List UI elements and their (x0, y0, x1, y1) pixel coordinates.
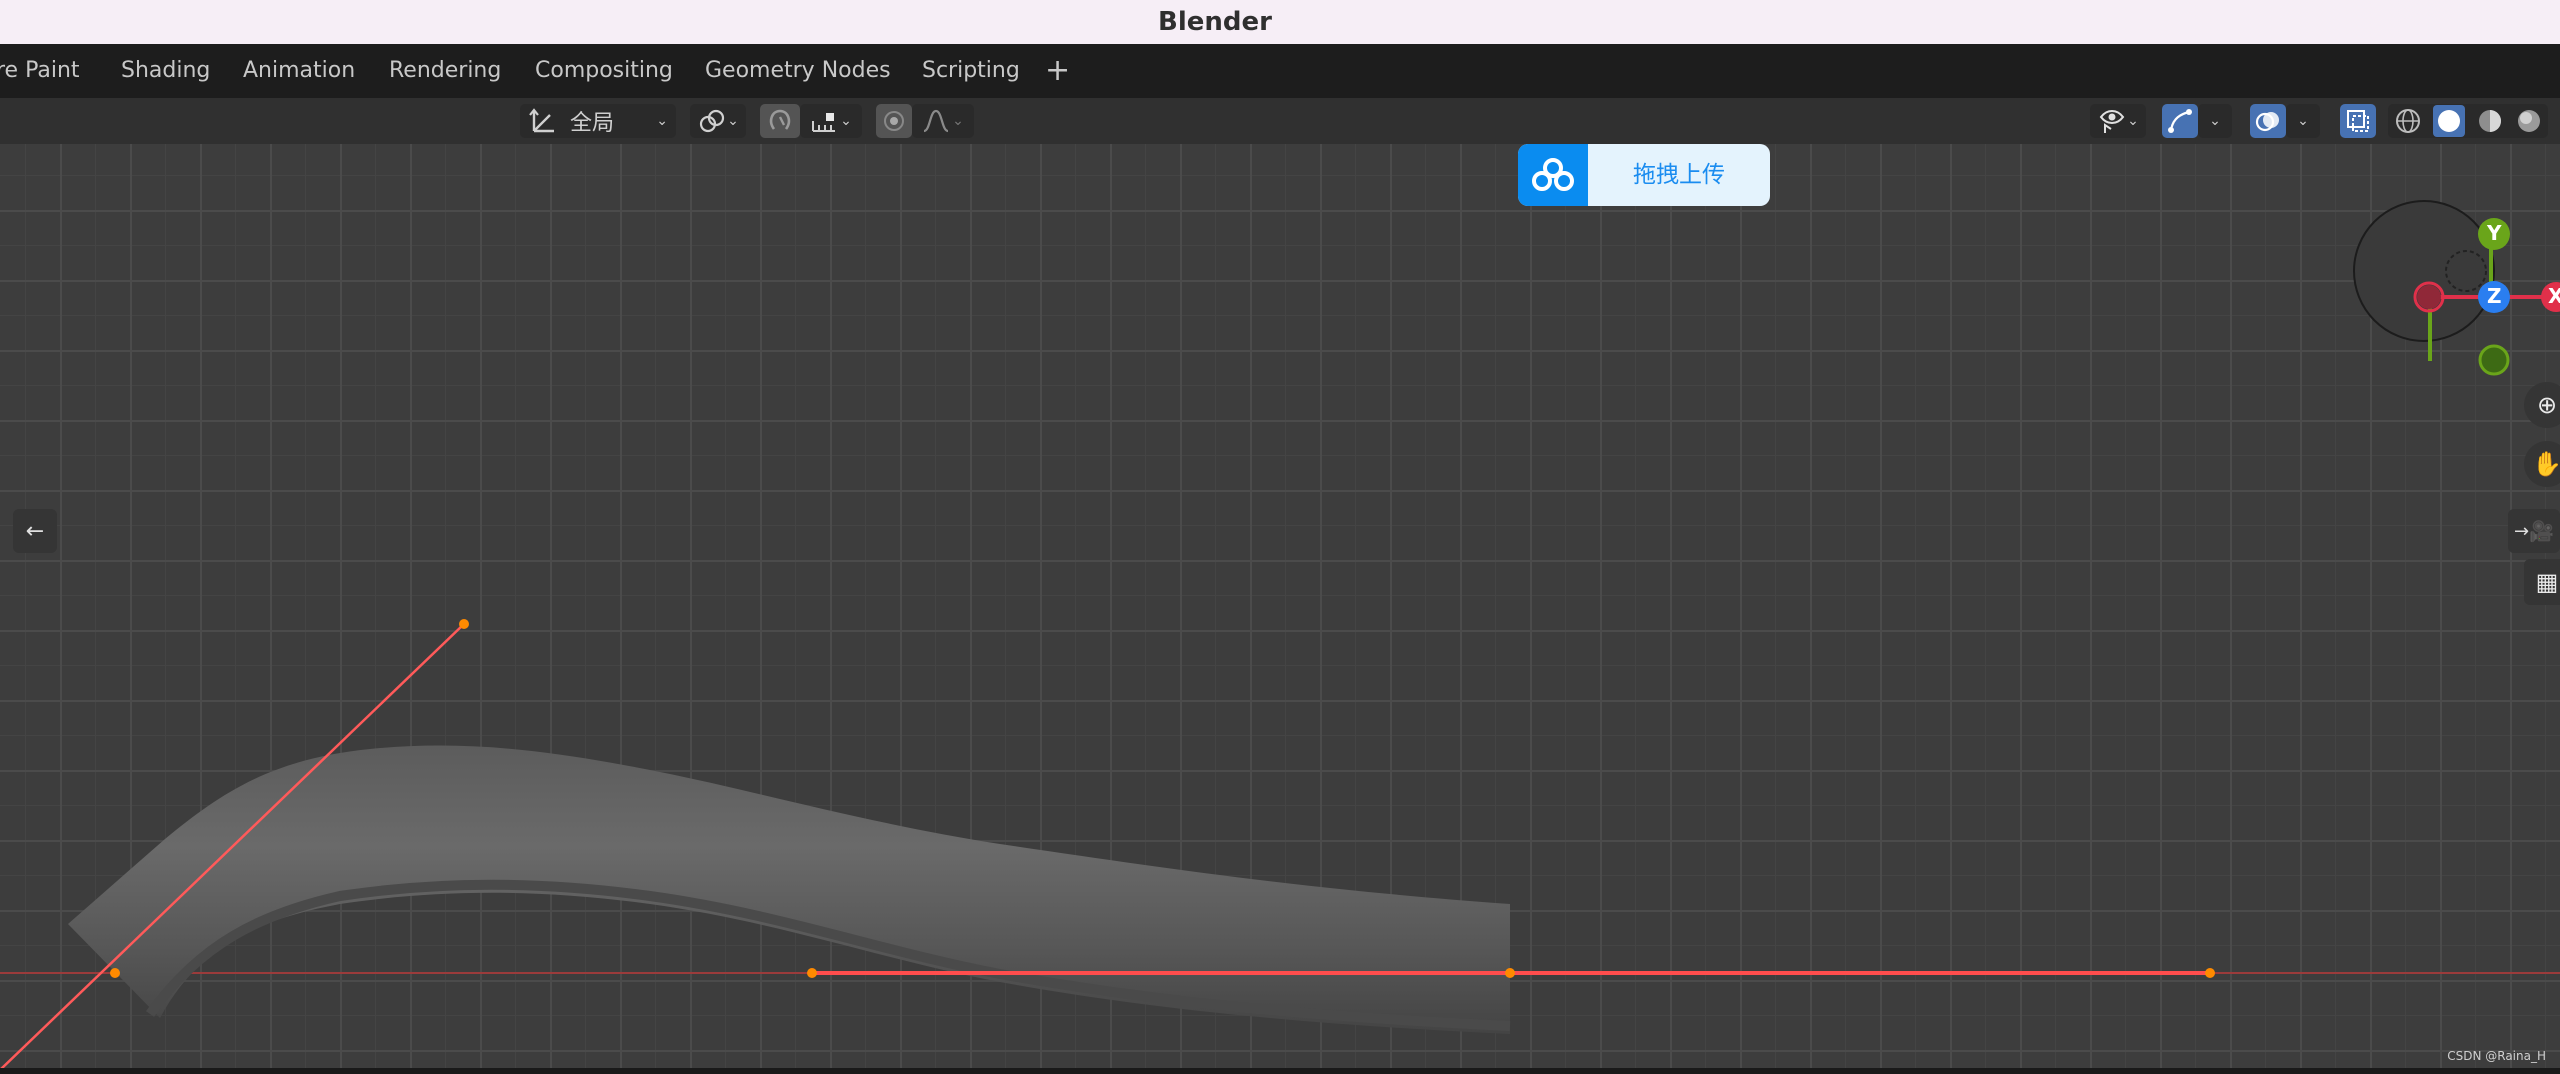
overlay-icon (2255, 108, 2281, 134)
transform-orientation-icon (528, 107, 558, 135)
gizmo-y-label: Y (2487, 221, 2502, 245)
pivot-icon (697, 107, 727, 135)
grid-icon: ▦ (2535, 568, 2559, 596)
navigation-gizmo (2353, 200, 2560, 376)
bottom-edge (0, 1068, 2560, 1074)
viewport-header: 全局 ⌄ ⌄ ⌄ ⌄ ⌄ ⌄ ⌄ (0, 98, 2560, 144)
control-vertex (1505, 968, 1515, 978)
handle-vertex (2205, 968, 2215, 978)
tab-animation[interactable]: Animation (243, 44, 355, 98)
snap-toggle[interactable] (760, 104, 800, 138)
snap-target-dropdown[interactable]: ⌄ (800, 104, 862, 138)
gizmo-toggle-icon (2167, 108, 2193, 134)
toggle-projection-button[interactable]: ▦ (2524, 559, 2560, 605)
overlay-dropdown[interactable]: ⌄ (2286, 104, 2320, 138)
camera-icon: 🎥 (2529, 519, 2554, 543)
chevron-down-icon: ⌄ (656, 113, 668, 129)
visibility-dropdown[interactable]: ⌄ (2090, 104, 2146, 138)
visibility-icon (2097, 107, 2127, 135)
shading-mode-group (2388, 104, 2548, 138)
baidu-cloud-icon (1518, 144, 1588, 206)
wireframe-shading-icon[interactable] (2394, 107, 2422, 135)
xray-toggle[interactable] (2340, 104, 2376, 138)
material-shading-icon[interactable] (2476, 107, 2504, 135)
pivot-point-dropdown[interactable]: ⌄ (690, 104, 746, 138)
solid-shading-icon[interactable] (2432, 105, 2465, 137)
chevron-down-icon: ⌄ (840, 113, 852, 129)
control-vertex (110, 968, 120, 978)
gizmo-z-label: Z (2487, 284, 2502, 308)
falloff-icon (922, 107, 952, 135)
transform-orientation-dropdown[interactable]: 全局 ⌄ (520, 104, 676, 138)
proportional-edit-toggle[interactable] (876, 104, 912, 138)
gizmo-x-label: X (2548, 284, 2560, 308)
add-workspace-button[interactable]: + (1045, 44, 1070, 98)
upload-label: 拖拽上传 (1633, 162, 1725, 188)
chevron-down-icon: ⌄ (952, 113, 964, 129)
arrow-left-icon: ← (25, 518, 45, 544)
handle-vertex (807, 968, 817, 978)
upload-widget[interactable]: 拖拽上传 (1518, 144, 1770, 206)
tube-mesh (68, 745, 1510, 1034)
snap-icon (766, 107, 794, 135)
tab-rendering[interactable]: Rendering (389, 44, 501, 98)
chevron-down-icon: ⌄ (2127, 113, 2139, 129)
xray-icon (2345, 108, 2371, 134)
falloff-dropdown[interactable]: ⌄ (912, 104, 974, 138)
handle-vertex (459, 619, 469, 629)
window-title: Blender (1158, 7, 1272, 37)
overlay-toggle[interactable] (2250, 104, 2286, 138)
window-titlebar: Blender (0, 0, 2560, 44)
tab-texture-paint[interactable]: re Paint (0, 44, 80, 98)
watermark: CSDN @Raina_H (2447, 1049, 2546, 1063)
tab-scripting[interactable]: Scripting (922, 44, 1020, 98)
sidebar-expand-button[interactable]: → 🎥 (2508, 509, 2560, 553)
arrow-right-icon: → (2514, 520, 2530, 542)
chevron-down-icon: ⌄ (727, 113, 739, 129)
tab-compositing[interactable]: Compositing (535, 44, 673, 98)
hand-pan-icon: ✋ (2532, 450, 2560, 478)
zoom-icon: ⊕ (2536, 391, 2558, 419)
gizmo-dropdown[interactable]: ⌄ (2198, 104, 2232, 138)
tab-geometry-nodes[interactable]: Geometry Nodes (705, 44, 891, 98)
gizmo-toggle[interactable] (2162, 104, 2198, 138)
rendered-shading-icon[interactable] (2515, 107, 2543, 135)
chevron-down-icon: ⌄ (2209, 113, 2221, 129)
proportional-edit-icon (882, 109, 906, 133)
transform-orientation-label: 全局 (570, 111, 615, 136)
3d-viewport[interactable]: Y Z X ← ⊕ ✋ → 🎥 ▦ (0, 144, 2560, 1070)
chevron-down-icon: ⌄ (2297, 113, 2309, 129)
workspace-tabbar: re Paint Shading Animation Rendering Com… (0, 44, 2560, 98)
tab-shading[interactable]: Shading (121, 44, 210, 98)
toolbar-expand-button[interactable]: ← (13, 509, 57, 553)
viewport-canvas (0, 200, 2560, 1070)
snap-increment-icon (810, 107, 840, 135)
